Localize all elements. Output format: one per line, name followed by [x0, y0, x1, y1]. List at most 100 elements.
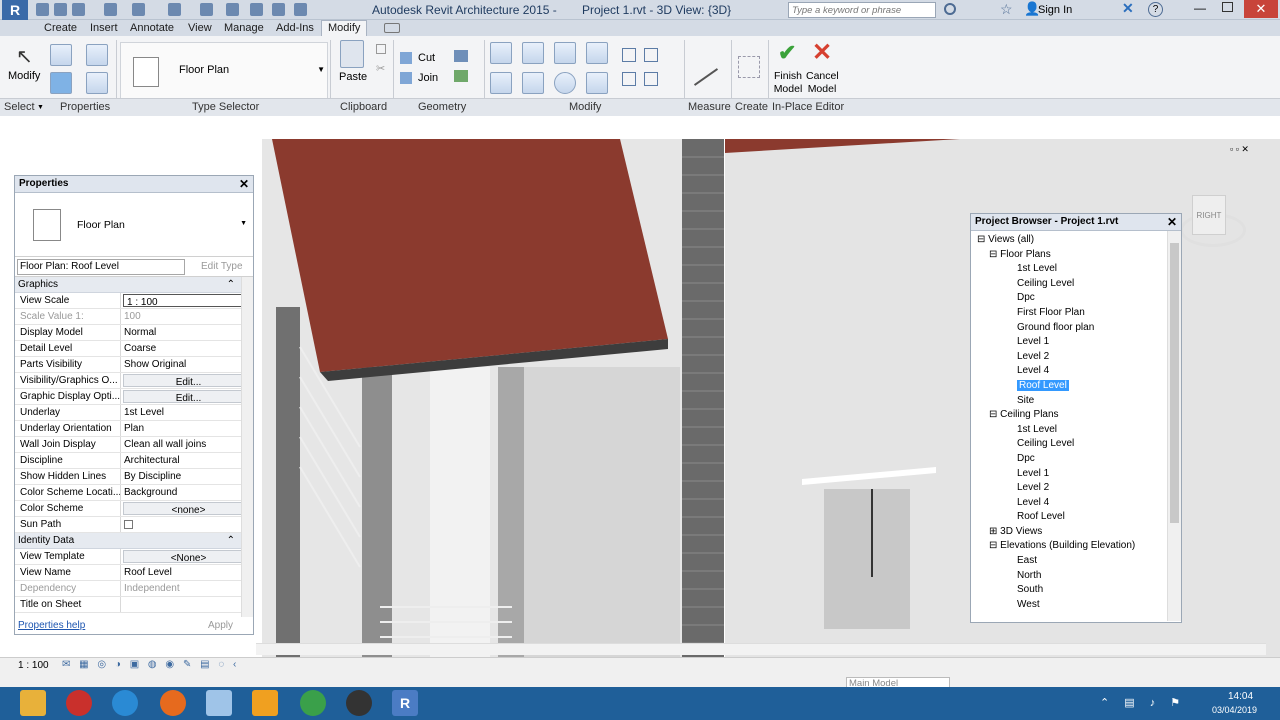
close-icon[interactable]: ✕: [1167, 215, 1177, 229]
offset-icon[interactable]: [522, 42, 544, 64]
property-value[interactable]: By Discipline: [121, 469, 253, 484]
maximize-button[interactable]: [1222, 2, 1233, 12]
media-player-icon[interactable]: [252, 690, 278, 716]
measure-qat-icon[interactable]: [200, 3, 213, 16]
tree-view-item[interactable]: 1st Level: [971, 262, 1181, 277]
chevron-down-icon[interactable]: ▼: [37, 104, 44, 111]
property-row[interactable]: Color Scheme Locati... Background: [15, 485, 253, 501]
tab-manage[interactable]: Manage: [224, 22, 264, 34]
property-row[interactable]: Wall Join Display Clean all wall joins: [15, 437, 253, 453]
view-scale[interactable]: 1 : 100: [18, 660, 49, 671]
group-graphics[interactable]: Graphics ⌃: [15, 277, 253, 293]
properties-palette-icon[interactable]: [50, 72, 72, 94]
star-icon[interactable]: ☆: [1000, 1, 1013, 18]
property-value[interactable]: Coarse: [121, 341, 253, 356]
properties-icon[interactable]: [50, 44, 72, 66]
obs-icon[interactable]: [346, 690, 372, 716]
property-row[interactable]: Sun Path: [15, 517, 253, 533]
properties-help-link[interactable]: Properties help: [18, 620, 85, 631]
browser-scroll-thumb[interactable]: [1170, 243, 1179, 523]
tree-view-item[interactable]: 1st Level: [971, 423, 1181, 438]
undo-icon[interactable]: [104, 3, 117, 16]
tree-view-item[interactable]: Dpc: [971, 291, 1181, 306]
property-value[interactable]: Background: [121, 485, 253, 500]
pin-icon[interactable]: [644, 72, 658, 86]
property-row[interactable]: Color Scheme <none>: [15, 501, 253, 517]
tab-modify[interactable]: Modify: [321, 20, 368, 36]
property-row[interactable]: Discipline Architectural: [15, 453, 253, 469]
opera-icon[interactable]: [66, 690, 92, 716]
property-value[interactable]: Plan: [121, 421, 253, 436]
cut-button[interactable]: Cut: [418, 52, 435, 64]
property-value[interactable]: [121, 597, 253, 612]
viewcube[interactable]: RIGHT: [1180, 193, 1246, 259]
3d-view-icon[interactable]: [272, 3, 285, 16]
tree-views-all[interactable]: ⊟ Views (all): [971, 233, 1181, 248]
property-row[interactable]: Parts Visibility Show Original: [15, 357, 253, 373]
group-identity[interactable]: Identity Data ⌃: [15, 533, 253, 549]
property-value[interactable]: Edit...: [123, 374, 251, 387]
finish-model-button[interactable]: Finish Model: [772, 70, 804, 96]
property-value[interactable]: <none>: [123, 502, 251, 515]
create-icon[interactable]: [738, 56, 760, 78]
copy-icon[interactable]: [376, 44, 386, 54]
paste-icon[interactable]: [340, 40, 364, 68]
view-window-controls[interactable]: ▫ ▫ ✕: [1230, 144, 1249, 155]
tree-floor-plans[interactable]: ⊟ Floor Plans: [971, 248, 1181, 263]
search-icon[interactable]: [944, 3, 956, 15]
wall-joins-icon[interactable]: [454, 50, 468, 62]
minimize-button[interactable]: —: [1194, 1, 1206, 15]
tree-view-item[interactable]: Level 1: [971, 467, 1181, 482]
split-icon[interactable]: [622, 48, 636, 62]
exchange-icon[interactable]: ✕: [1122, 0, 1134, 17]
tree-view-item[interactable]: Ground floor plan: [971, 321, 1181, 336]
firefox-icon[interactable]: [160, 690, 186, 716]
save-icon[interactable]: [54, 3, 67, 16]
edit-type-button[interactable]: Edit Type: [201, 261, 243, 272]
help-icon[interactable]: ?: [1148, 2, 1163, 17]
tree-view-item[interactable]: South: [971, 583, 1181, 598]
tree-view-item[interactable]: North: [971, 569, 1181, 584]
tree-view-item[interactable]: Site: [971, 394, 1181, 409]
sign-in-button[interactable]: Sign In: [1038, 4, 1072, 16]
panel-select[interactable]: Select: [4, 101, 35, 113]
tree-view-item[interactable]: Ceiling Level: [971, 277, 1181, 292]
align-icon[interactable]: [490, 42, 512, 64]
property-value[interactable]: 1st Level: [121, 405, 253, 420]
open-icon[interactable]: [36, 3, 49, 16]
redo-icon[interactable]: [132, 3, 145, 16]
tab-addins[interactable]: Add-Ins: [276, 22, 314, 34]
trim-extend-icon[interactable]: [586, 72, 608, 94]
tree-view-item[interactable]: Dpc: [971, 452, 1181, 467]
tree-view-item[interactable]: Level 2: [971, 481, 1181, 496]
property-value[interactable]: Show Original: [121, 357, 253, 372]
tree-view-item[interactable]: Roof Level: [971, 379, 1181, 394]
tree-view-item[interactable]: Level 1: [971, 335, 1181, 350]
cancel-x-icon[interactable]: ✕: [812, 38, 832, 67]
type-selector[interactable]: Floor Plan ▼: [120, 42, 328, 100]
property-value[interactable]: 1 : 100: [123, 294, 251, 307]
cancel-model-button[interactable]: Cancel Model: [806, 70, 839, 96]
viewcube-face-right[interactable]: RIGHT: [1192, 195, 1226, 235]
view-control-icons[interactable]: ✉ ▦ ◎ ◑ ▣ ◍ ◉ ✎ ▤ ◌ ‹: [62, 659, 239, 670]
property-value[interactable]: Edit...: [123, 390, 251, 403]
modify-tool-icon[interactable]: ↖: [16, 44, 33, 69]
property-value[interactable]: [121, 517, 253, 532]
modify-button[interactable]: Modify: [8, 70, 40, 82]
property-row[interactable]: View Scale 1 : 100: [15, 293, 253, 309]
sync-icon[interactable]: [72, 3, 85, 16]
revit-app-button[interactable]: R: [2, 0, 28, 20]
property-value[interactable]: 100: [121, 309, 253, 324]
tree-view-item[interactable]: Level 2: [971, 350, 1181, 365]
join-button[interactable]: Join: [418, 72, 438, 84]
tree-ceiling-plans[interactable]: ⊟ Ceiling Plans: [971, 408, 1181, 423]
property-row[interactable]: View Name Roof Level: [15, 565, 253, 581]
browser-scrollbar[interactable]: [1167, 231, 1181, 621]
measure-icon[interactable]: [693, 68, 719, 86]
property-value[interactable]: Normal: [121, 325, 253, 340]
property-row[interactable]: Show Hidden Lines By Discipline: [15, 469, 253, 485]
search-input[interactable]: Type a keyword or phrase: [788, 2, 936, 18]
rotate-icon[interactable]: [554, 72, 576, 94]
property-value[interactable]: Clean all wall joins: [121, 437, 253, 452]
tree-view-item[interactable]: Level 4: [971, 496, 1181, 511]
